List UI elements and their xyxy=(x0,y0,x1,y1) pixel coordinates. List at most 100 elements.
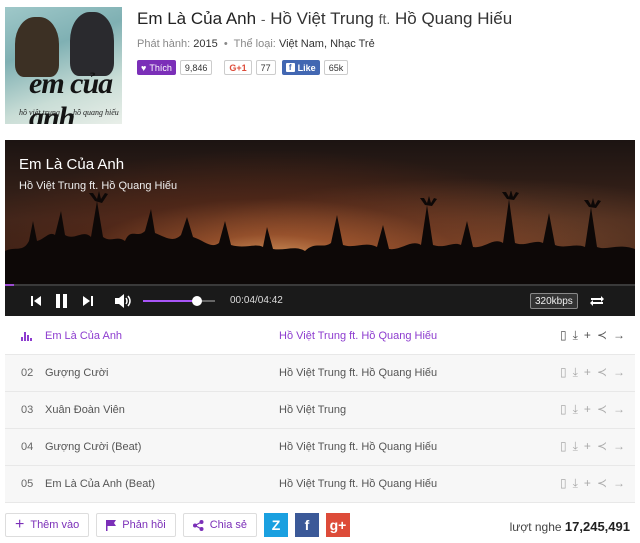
mobile-icon[interactable]: ▯ xyxy=(560,328,567,343)
track-row[interactable]: Em Là Của Anh Hồ Việt Trung ft. Hồ Quang … xyxy=(5,318,635,355)
now-playing-icon xyxy=(21,331,32,341)
track-actions: ▯ ⤓ + ≺ → xyxy=(560,328,625,343)
track-artist[interactable]: Hồ Việt Trung ft. Hồ Quang Hiếu xyxy=(279,367,437,379)
facebook-like-count: 65k xyxy=(323,60,349,75)
track-number: 03 xyxy=(21,404,34,416)
facebook-share-button[interactable]: f xyxy=(295,513,319,537)
listen-count: lượt nghe 17,245,491 xyxy=(510,519,630,534)
add-icon[interactable]: + xyxy=(584,439,591,454)
artist-link[interactable]: Hồ Việt Trung xyxy=(270,9,374,28)
track-name[interactable]: Xuân Đoàn Viên xyxy=(45,404,125,416)
share-icon[interactable]: ≺ xyxy=(597,476,607,491)
add-to-playlist-button[interactable]: + Thêm vào xyxy=(5,513,90,537)
title-separator: - xyxy=(260,11,266,27)
add-icon[interactable]: + xyxy=(584,402,591,417)
genre-label: Thể loại: xyxy=(233,38,276,50)
song-title: Em Là Của Anh xyxy=(137,9,257,28)
volume-button[interactable] xyxy=(115,286,133,316)
plus-icon: + xyxy=(15,516,25,533)
volume-knob[interactable] xyxy=(192,296,202,306)
add-to-label: Thêm vào xyxy=(30,519,80,531)
track-artist[interactable]: Hồ Việt Trung ft. Hồ Quang Hiếu xyxy=(279,441,437,453)
track-row[interactable]: 02 Gượng Cười Hồ Việt Trung ft. Hồ Quang H… xyxy=(5,355,635,392)
quality-button[interactable]: 320kbps xyxy=(530,293,578,309)
feedback-button[interactable]: Phản hồi xyxy=(96,513,176,537)
track-row[interactable]: 04 Gượng Cười (Beat) Hồ Việt Trung ft. Hồ … xyxy=(5,429,635,466)
track-name[interactable]: Em Là Của Anh xyxy=(45,330,122,342)
track-row[interactable]: 05 Em Là Của Anh (Beat) Hồ Việt Trung ft. … xyxy=(5,466,635,503)
download-icon[interactable]: ⤓ xyxy=(573,439,578,454)
share-icon[interactable]: ≺ xyxy=(597,328,607,343)
track-number: 02 xyxy=(21,367,34,379)
share-icon[interactable]: ≺ xyxy=(597,439,607,454)
add-icon[interactable]: + xyxy=(584,365,591,380)
track-name[interactable]: Gượng Cười (Beat) xyxy=(45,441,141,453)
skip-forward-icon xyxy=(83,296,93,306)
track-actions: ▯ ⤓ + ≺ → xyxy=(560,365,625,380)
next-button[interactable] xyxy=(83,286,93,316)
download-icon[interactable]: ⤓ xyxy=(573,476,578,491)
track-actions: ▯ ⤓ + ≺ → xyxy=(560,439,625,454)
mobile-icon[interactable]: ▯ xyxy=(560,365,567,380)
add-icon[interactable]: + xyxy=(584,328,591,343)
arrow-right-icon[interactable]: → xyxy=(613,365,625,380)
repeat-button[interactable] xyxy=(589,286,605,316)
gplus-button[interactable]: G+1 xyxy=(224,60,252,75)
track-name[interactable]: Gượng Cười xyxy=(45,367,108,379)
mobile-icon[interactable]: ▯ xyxy=(560,439,567,454)
arrow-right-icon[interactable]: → xyxy=(613,439,625,454)
track-name[interactable]: Em Là Của Anh (Beat) xyxy=(45,478,155,490)
album-cover[interactable]: em của anh hồ việt trung hồ quang hiếu xyxy=(5,7,122,124)
add-icon[interactable]: + xyxy=(584,476,591,491)
track-actions: ▯ ⤓ + ≺ → xyxy=(560,476,625,491)
like-count: 9,846 xyxy=(179,60,213,75)
repeat-icon xyxy=(590,296,604,306)
track-artist[interactable]: Hồ Việt Trung ft. Hồ Quang Hiếu xyxy=(279,478,437,490)
facebook-like-label: Like xyxy=(297,62,316,73)
gplus-count: 77 xyxy=(255,60,276,75)
social-bar: ♥ Thích 9,846 G+1 77 f Like 65k xyxy=(137,60,349,75)
release-value: 2015 xyxy=(193,38,218,50)
like-label: Thích xyxy=(149,62,172,73)
song-meta: Phát hành: 2015 • Thể loại: Việt Nam, Nh… xyxy=(137,38,375,50)
arrow-right-icon[interactable]: → xyxy=(613,328,625,343)
track-artist[interactable]: Hồ Việt Trung xyxy=(279,404,346,416)
volume-fill xyxy=(143,300,197,302)
player-artist: Hồ Việt Trung ft. Hồ Quang Hiếu xyxy=(19,180,178,192)
track-row[interactable]: 03 Xuân Đoàn Viên Hồ Việt Trung ▯ ⤓ + ≺ → xyxy=(5,392,635,429)
mobile-icon[interactable]: ▯ xyxy=(560,476,567,491)
facebook-icon: f xyxy=(285,63,295,72)
music-player: Em Là Của Anh Hồ Việt Trung ft. Hồ Quang… xyxy=(5,140,635,316)
skip-back-icon xyxy=(31,296,41,306)
song-title-line: Em Là Của Anh - Hồ Việt Trung ft. Hồ Qua… xyxy=(137,9,512,29)
cover-signature-1: hồ việt trung xyxy=(19,108,60,117)
share-icon[interactable]: ≺ xyxy=(597,402,607,417)
arrow-right-icon[interactable]: → xyxy=(613,476,625,491)
track-number: 05 xyxy=(21,478,34,490)
download-icon[interactable]: ⤓ xyxy=(573,365,578,380)
concert-crowd-image xyxy=(5,191,635,286)
track-list: Em Là Của Anh Hồ Việt Trung ft. Hồ Quang … xyxy=(5,318,635,503)
previous-button[interactable] xyxy=(31,286,41,316)
player-song-title: Em Là Của Anh xyxy=(19,156,125,173)
volume-slider[interactable] xyxy=(143,296,215,306)
arrow-right-icon[interactable]: → xyxy=(613,402,625,417)
share-icon[interactable]: ≺ xyxy=(597,365,607,380)
download-icon[interactable]: ⤓ xyxy=(573,328,578,343)
zing-share-button[interactable]: Z xyxy=(264,513,288,537)
pause-button[interactable] xyxy=(56,286,67,316)
pause-icon xyxy=(56,294,67,308)
share-button[interactable]: Chia sẻ xyxy=(182,513,257,537)
facebook-like-button[interactable]: f Like xyxy=(281,60,320,75)
like-button[interactable]: ♥ Thích xyxy=(137,60,176,75)
download-icon[interactable]: ⤓ xyxy=(573,402,578,417)
track-artist[interactable]: Hồ Việt Trung ft. Hồ Quang Hiếu xyxy=(279,330,437,342)
artist-link-2[interactable]: Hồ Quang Hiếu xyxy=(395,9,512,28)
heart-icon: ♥ xyxy=(141,62,147,73)
footer-actions: + Thêm vào Phản hồi Chia sẻ Z f g+ xyxy=(5,513,350,537)
cover-signature-2: hồ quang hiếu xyxy=(73,108,119,117)
mobile-icon[interactable]: ▯ xyxy=(560,402,567,417)
genre-value[interactable]: Việt Nam, Nhạc Trẻ xyxy=(279,38,375,50)
gplus-share-button[interactable]: g+ xyxy=(326,513,350,537)
ft-label: ft. xyxy=(378,11,391,27)
